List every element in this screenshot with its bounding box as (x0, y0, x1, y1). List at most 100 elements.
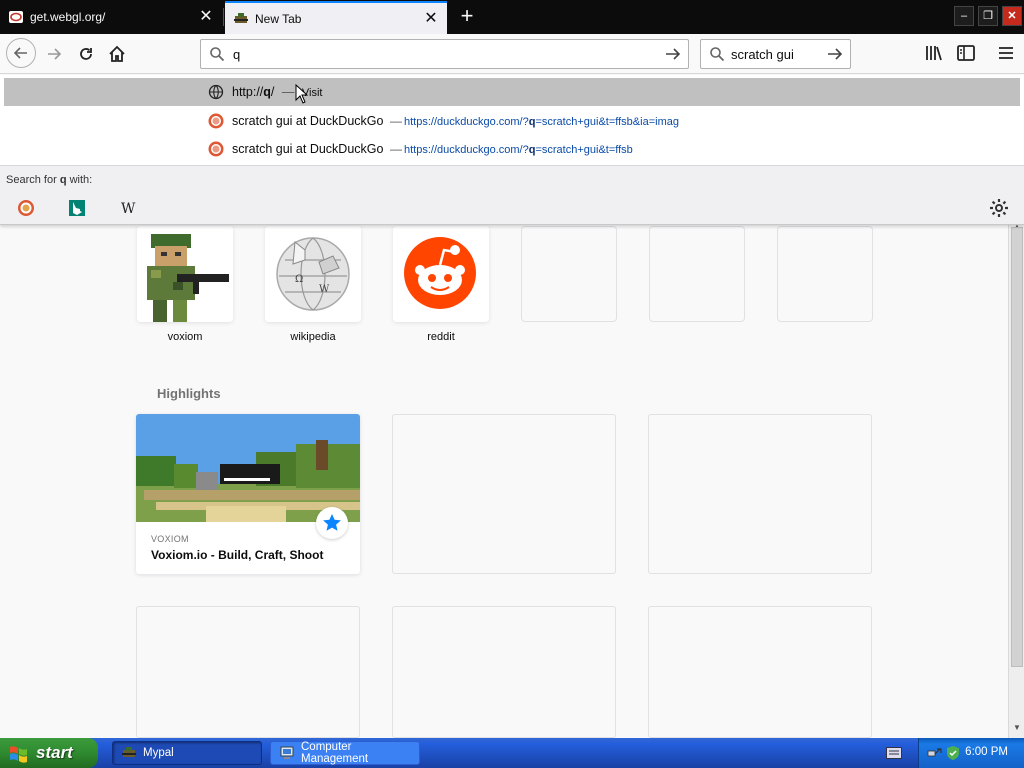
url-bar[interactable] (200, 39, 689, 69)
reload-icon (80, 48, 92, 60)
one-off-search-bar: Search for q with: W (0, 165, 1024, 224)
autocomplete-title: scratch gui at DuckDuckGo (232, 114, 384, 128)
hamburger-menu-icon[interactable] (996, 43, 1016, 63)
duckduckgo-icon (208, 113, 224, 129)
top-site-label: wikipedia (290, 331, 336, 343)
title-prefix: http:// (232, 85, 264, 99)
close-icon[interactable]: ✕ (423, 10, 439, 27)
top-site-voxiom[interactable] (137, 226, 233, 322)
system-tray: 6:00 PM (918, 738, 1024, 768)
top-site-wikipedia[interactable]: Ω W (265, 226, 361, 322)
start-label: start (36, 743, 73, 762)
highlights-heading: Highlights (157, 386, 221, 401)
new-tab-button[interactable]: + (454, 4, 480, 30)
highlight-placeholder (648, 414, 872, 574)
wikipedia-globe-icon: Ω W (265, 226, 361, 322)
autocomplete-row-search[interactable]: scratch gui at DuckDuckGo — https://duck… (4, 107, 1020, 135)
computer-management-icon (280, 746, 294, 759)
voxiom-screenshot-image (136, 414, 360, 522)
forward-arrow-icon (48, 48, 62, 60)
scroll-thumb[interactable] (1011, 227, 1023, 667)
svg-text:W: W (319, 284, 330, 295)
title-suffix: / (270, 85, 275, 99)
url-prefix: https://duckduckgo.com/? (404, 144, 529, 156)
duckduckgo-icon[interactable] (16, 198, 36, 218)
scroll-down-icon[interactable]: ▼ (1012, 723, 1022, 733)
url-suffix: =scratch+gui&t=ffsb (535, 144, 633, 156)
taskbar-item-label: Computer Management (301, 741, 369, 765)
mypal-icon (122, 747, 136, 757)
go-arrow-icon[interactable] (664, 45, 682, 63)
globe-icon (208, 84, 224, 100)
autocomplete-title: scratch gui at DuckDuckGo (232, 142, 384, 156)
top-site-reddit[interactable] (393, 226, 489, 322)
highlight-placeholder (136, 606, 360, 738)
tab-webgl[interactable]: get.webgl.org/ ✕ (0, 2, 222, 32)
search-icon (210, 47, 225, 62)
highlight-placeholder (648, 606, 872, 738)
voxiom-soldier-image (137, 226, 233, 322)
go-arrow-icon[interactable] (826, 45, 844, 63)
back-button[interactable] (6, 38, 36, 68)
windows-taskbar: start Mypal Computer Management 6:00 PM (0, 738, 1024, 768)
url-prefix: https://duckduckgo.com/? (404, 116, 529, 128)
highlight-placeholder (392, 414, 616, 574)
tab-strip: get.webgl.org/ ✕ New Tab ✕ + – ❐ ✕ (0, 0, 1024, 34)
security-shield-icon[interactable] (945, 745, 961, 761)
network-icon[interactable] (927, 745, 943, 761)
wikipedia-icon[interactable]: W (118, 198, 138, 218)
top-site-label: voxiom (167, 331, 203, 343)
minimize-icon[interactable]: – (954, 6, 974, 26)
autocomplete-row-visit[interactable]: http://q/ — Visit (4, 78, 1020, 106)
autocomplete-url: https://duckduckgo.com/?q=scratch+gui&t=… (404, 116, 679, 128)
mouse-cursor-icon (295, 84, 309, 104)
search-for-prefix: Search for (6, 174, 60, 186)
forward-button[interactable] (40, 40, 68, 68)
window-close-icon[interactable]: ✕ (1002, 6, 1022, 26)
url-input[interactable] (233, 44, 653, 64)
autocomplete-url: https://duckduckgo.com/?q=scratch+gui&t=… (404, 144, 633, 156)
search-icon (710, 47, 725, 62)
search-for-label: Search for q with: (6, 174, 92, 186)
title-match: q (263, 85, 271, 99)
keyboard-icon[interactable] (886, 747, 902, 759)
bookmark-star-button[interactable] (316, 507, 348, 539)
search-input[interactable] (731, 44, 821, 64)
bing-icon[interactable] (67, 198, 87, 218)
autocomplete-row-search[interactable]: scratch gui at DuckDuckGo — https://duck… (4, 135, 1020, 163)
highlight-placeholder (392, 606, 616, 738)
top-site-empty (521, 226, 617, 322)
top-site-empty (649, 226, 745, 322)
home-icon (109, 45, 125, 62)
duckduckgo-icon (208, 141, 224, 157)
top-site-label: reddit (427, 331, 455, 343)
start-button[interactable]: start (0, 738, 98, 768)
windows-logo-icon (10, 746, 27, 763)
reload-button[interactable] (72, 40, 100, 68)
tab-new-tab[interactable]: New Tab ✕ (225, 1, 447, 34)
restore-icon[interactable]: ❐ (978, 6, 998, 26)
taskbar-item-mypal[interactable]: Mypal (112, 741, 262, 765)
tab-title: get.webgl.org/ (30, 10, 106, 24)
highlight-title[interactable]: Voxiom.io - Build, Craft, Shoot (151, 548, 323, 562)
gear-icon[interactable] (989, 198, 1009, 218)
search-bar[interactable] (700, 39, 851, 69)
close-icon[interactable]: ✕ (198, 9, 214, 25)
home-button[interactable] (103, 40, 131, 68)
sidebar-toggle-icon[interactable] (956, 43, 976, 63)
voxiom-favicon-icon (234, 12, 248, 23)
desktop: get.webgl.org/ ✕ New Tab ✕ + – ❐ ✕ q scr… (0, 0, 1024, 768)
reddit-logo-icon (393, 226, 489, 322)
separator-dash: — (390, 114, 402, 128)
back-arrow-icon (13, 47, 27, 59)
top-site-empty (777, 226, 873, 322)
highlight-card[interactable]: VOXIOM Voxiom.io - Build, Craft, Shoot (136, 414, 360, 574)
taskbar-item-computer-management[interactable]: Computer Management (270, 741, 420, 765)
taskbar-item-label: Mypal (143, 747, 174, 759)
star-icon (323, 514, 341, 531)
library-icon[interactable] (924, 43, 944, 63)
svg-text:Ω: Ω (295, 274, 303, 285)
webgl-favicon-icon (9, 11, 23, 23)
taskbar-clock[interactable]: 6:00 PM (965, 746, 1008, 758)
svg-text:W: W (121, 201, 136, 217)
